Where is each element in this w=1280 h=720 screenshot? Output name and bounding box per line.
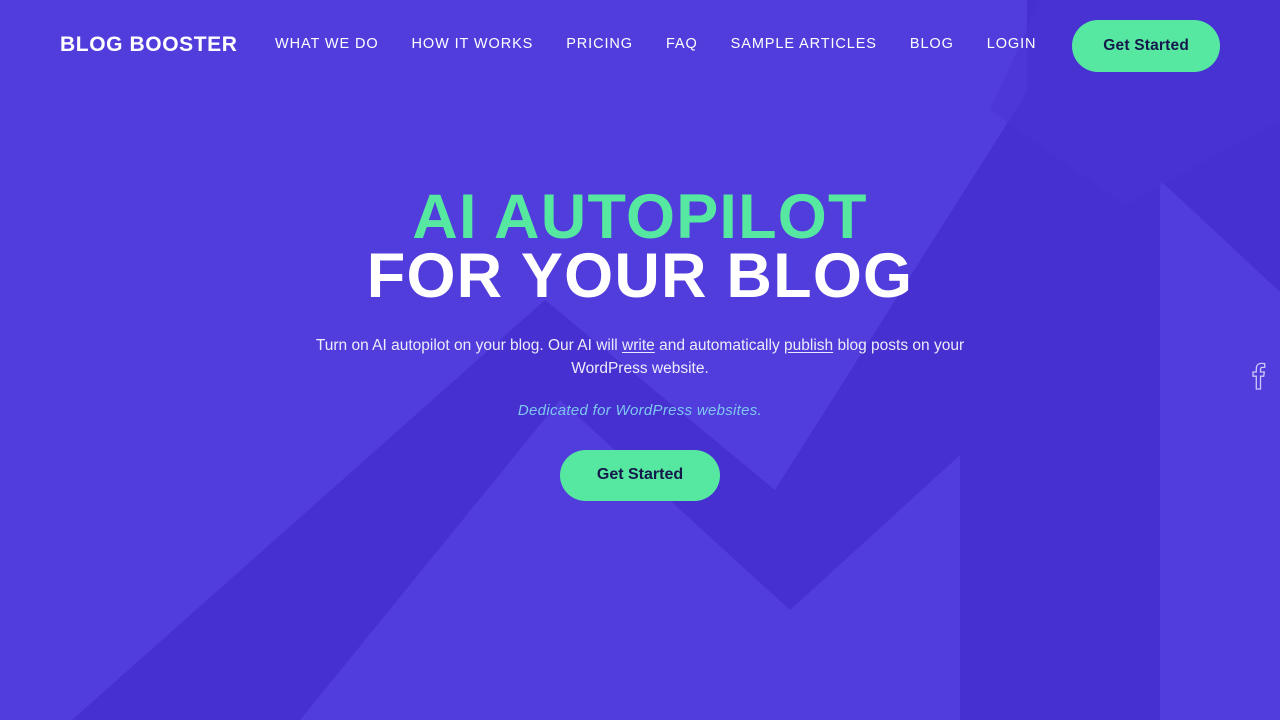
hero-subtitle: Turn on AI autopilot on your blog. Our A… [280, 334, 1000, 381]
subtitle-text-2: and automatically [654, 337, 785, 355]
nav-links: WHAT WE DO HOW IT WORKS PRICING FAQ SAMP… [275, 36, 1036, 52]
hero-get-started-button[interactable]: Get Started [559, 449, 721, 501]
nav-item-login[interactable]: LOGIN [987, 36, 1037, 52]
hero-headline: AI AUTOPILOT FOR YOUR BLOG [366, 182, 914, 311]
subtitle-text-1: Turn on AI autopilot on your blog. Our A… [315, 337, 623, 355]
social-rail [1250, 362, 1266, 390]
headline-line-2: FOR YOUR BLOG [366, 240, 914, 311]
headline-line-1: AI AUTOPILOT [412, 182, 868, 252]
nav-item-sample-articles[interactable]: SAMPLE ARTICLES [731, 36, 877, 52]
subtitle-link-write[interactable]: write [622, 337, 655, 354]
nav-item-what-we-do[interactable]: WHAT WE DO [275, 36, 379, 52]
nav-item-how-it-works[interactable]: HOW IT WORKS [412, 36, 534, 52]
facebook-icon[interactable] [1250, 362, 1266, 390]
subtitle-link-publish[interactable]: publish [784, 337, 833, 354]
navbar-get-started-button[interactable]: Get Started [1072, 20, 1220, 72]
nav-item-faq[interactable]: FAQ [666, 36, 698, 52]
hero-tagline: Dedicated for WordPress websites. [517, 401, 763, 419]
top-navbar: BLOG BOOSTER WHAT WE DO HOW IT WORKS PRI… [0, 0, 1280, 92]
brand-logo[interactable]: BLOG BOOSTER [60, 33, 238, 57]
nav-item-blog[interactable]: BLOG [910, 36, 954, 52]
nav-item-pricing[interactable]: PRICING [566, 36, 633, 52]
